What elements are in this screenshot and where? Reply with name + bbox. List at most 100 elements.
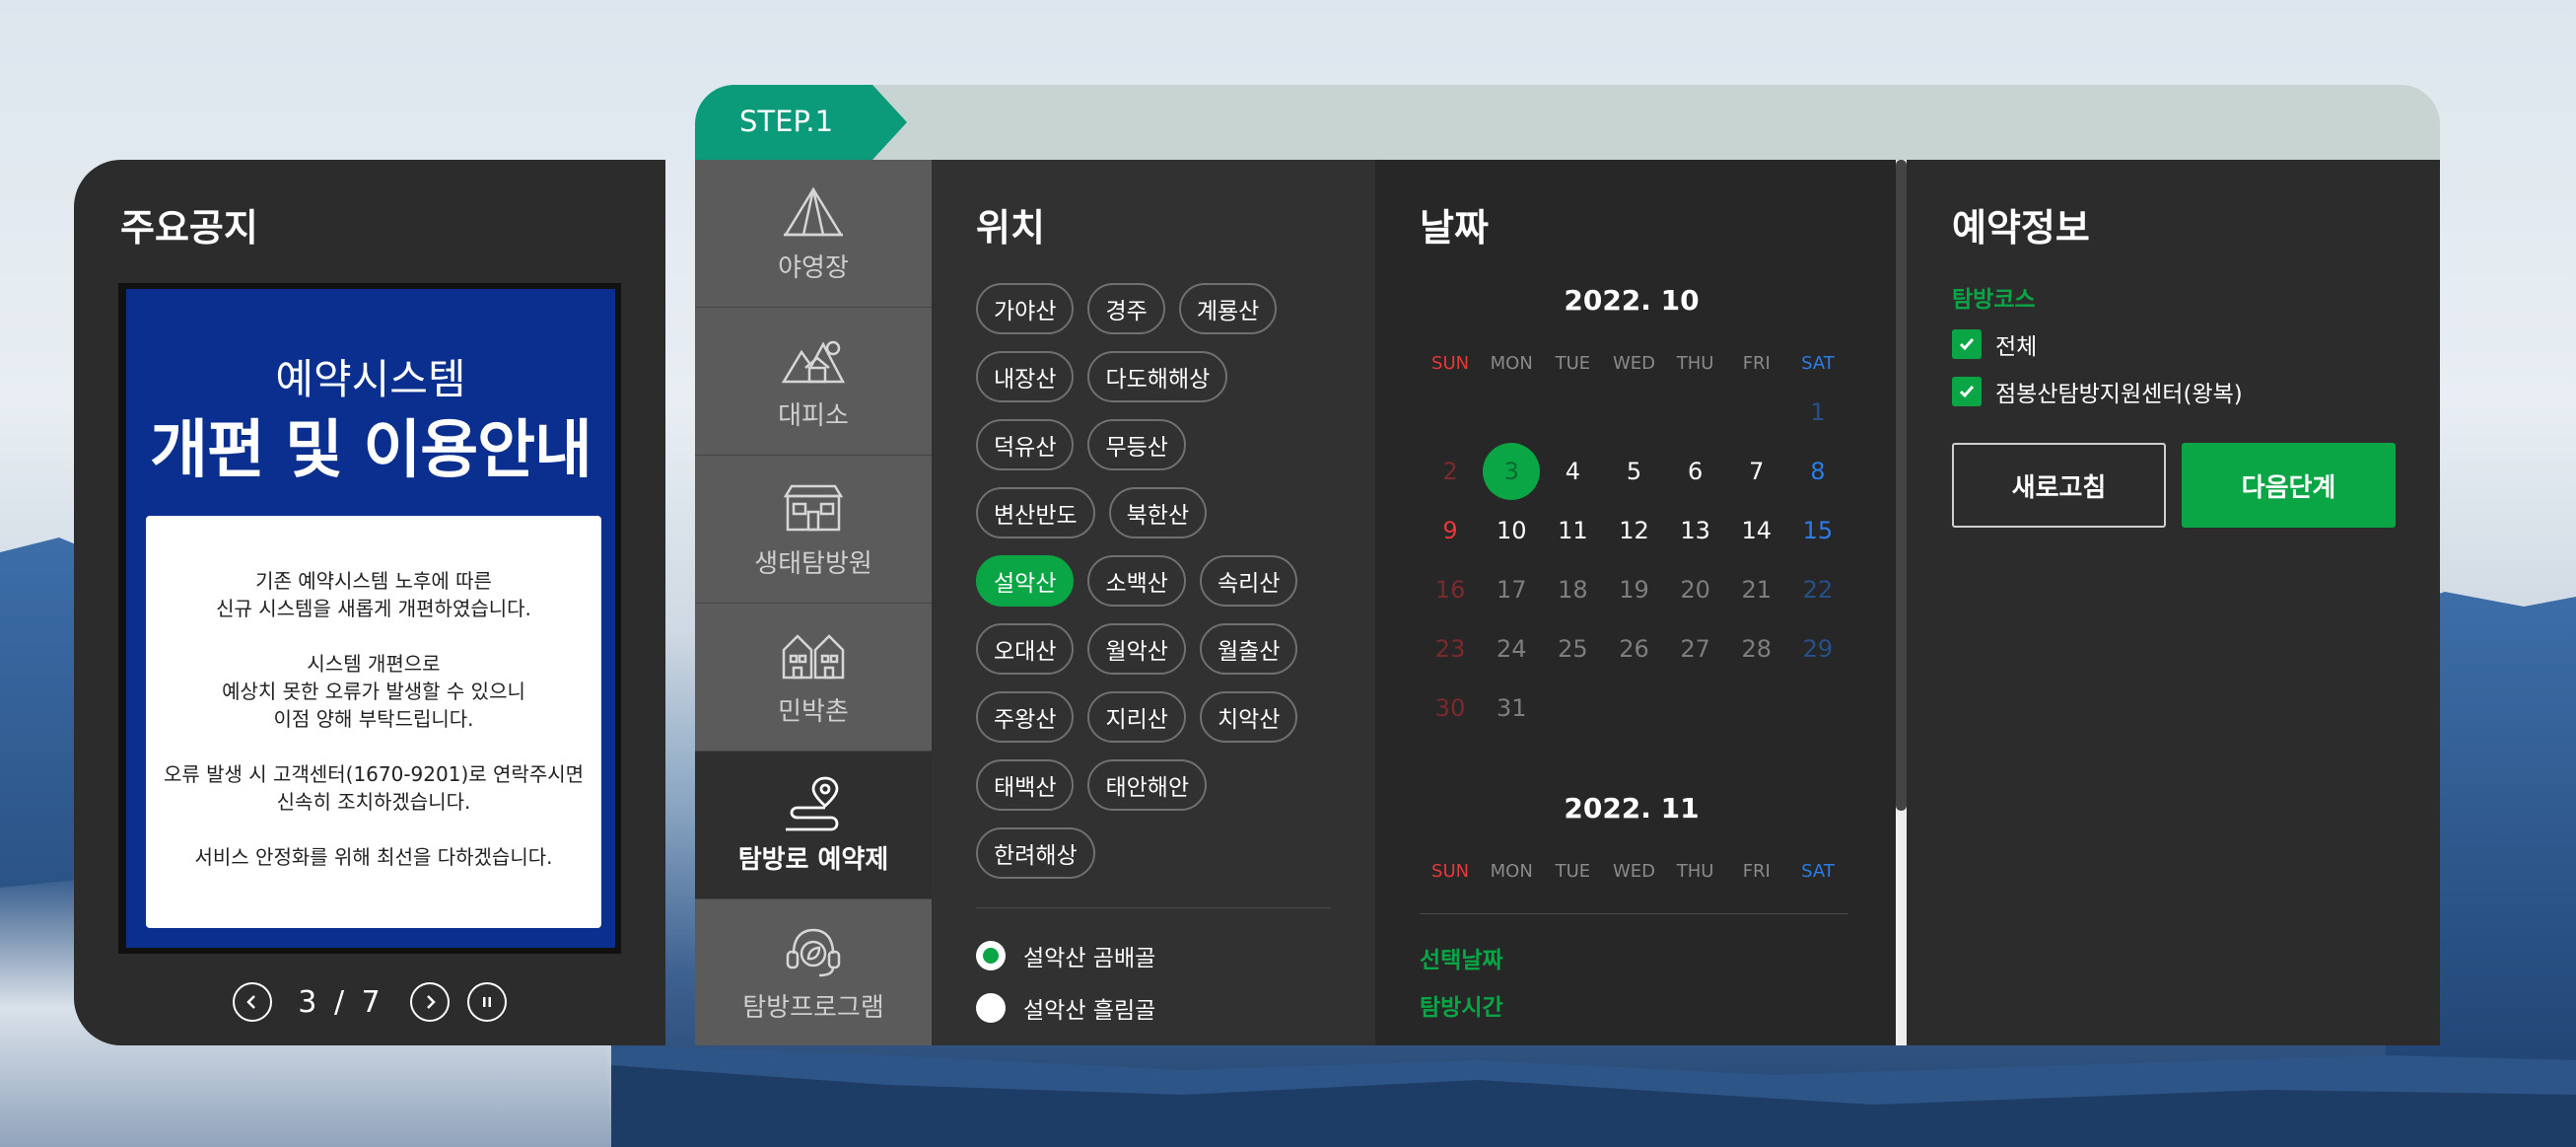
- park-chip[interactable]: 북한산: [1108, 487, 1208, 538]
- nav-label: 탐방프로그램: [742, 993, 884, 1023]
- park-chip[interactable]: 월출산: [1199, 623, 1298, 675]
- calendar-day: 20: [1680, 576, 1710, 604]
- location-column: 위치 가야산 경주 계룡산 내장산 다도해해상 덕유산 무등산 변산반도 북한산…: [932, 160, 1375, 1045]
- park-chip[interactable]: 소백산: [1087, 555, 1186, 607]
- calendar-day[interactable]: 5: [1603, 442, 1664, 501]
- calendar-day[interactable]: 15: [1787, 501, 1848, 560]
- calendar-empty-cell: [1603, 679, 1664, 738]
- calendar-empty-cell: [1542, 383, 1603, 442]
- calendar-day: 30: [1434, 694, 1466, 722]
- park-chip[interactable]: 덕유산: [976, 419, 1075, 470]
- park-chip[interactable]: 월악산: [1087, 623, 1186, 675]
- eco-center-icon: [782, 478, 845, 538]
- banner-paragraph: 오류 발생 시 고객센터(1670-9201)로 연락주시면 신속히 조치하겠습…: [163, 762, 585, 814]
- calendar-day[interactable]: 4: [1542, 442, 1603, 501]
- prev-slide-button[interactable]: [233, 982, 273, 1022]
- weekday-header: FRI: [1742, 861, 1771, 882]
- weekday-header: FRI: [1742, 353, 1771, 374]
- nav-item-shelter[interactable]: 대피소: [695, 308, 932, 456]
- radio-checked[interactable]: [976, 941, 1006, 970]
- park-chip[interactable]: 경주: [1087, 283, 1165, 334]
- calendar-day[interactable]: 6: [1665, 442, 1726, 501]
- nav-item-eco-center[interactable]: 생태탐방원: [695, 456, 932, 604]
- park-chip[interactable]: 오대산: [976, 623, 1075, 675]
- calendar-day: 18: [1558, 576, 1588, 604]
- calendar-day-today[interactable]: 3: [1481, 442, 1542, 501]
- date-column: 날짜 2022. 10 SUN MON TUE WED THU FRI SAT 1 2 3 4 5 6 7…: [1375, 160, 1896, 1045]
- park-chip[interactable]: 치악산: [1199, 691, 1298, 743]
- park-chip[interactable]: 지리산: [1087, 691, 1186, 743]
- calendar-day[interactable]: 14: [1726, 501, 1787, 560]
- banner-paragraph: 서비스 안정화를 위해 최선을 다하겠습니다.: [194, 845, 553, 869]
- location-title: 위치: [976, 206, 1045, 250]
- calendar-day: 2: [1442, 458, 1458, 485]
- park-chip[interactable]: 계룡산: [1178, 283, 1278, 334]
- trail-pin-icon: [782, 774, 845, 833]
- course-check-jeombongsan[interactable]: 점봉산탐방지원센터(왕복): [1952, 375, 2243, 408]
- pager-count: 3 / 7: [298, 984, 384, 1020]
- park-chip[interactable]: 한려해상: [976, 827, 1095, 879]
- date-scrollbar-thumb[interactable]: [1896, 160, 1907, 811]
- calendar-day[interactable]: 10: [1481, 501, 1542, 560]
- calendar-day: 24: [1496, 635, 1527, 663]
- checkbox-checked[interactable]: [1952, 377, 1982, 406]
- calendar-day: 23: [1434, 635, 1466, 663]
- weekday-header: TUE: [1555, 861, 1591, 882]
- notice-pager: 3 / 7: [74, 980, 665, 1024]
- park-chip[interactable]: 태안해안: [1087, 759, 1208, 811]
- nav-label: 탐방로 예약제: [737, 845, 889, 875]
- date-title: 날짜: [1420, 206, 1489, 250]
- calendar-day: 22: [1802, 576, 1834, 604]
- calendar-day[interactable]: 11: [1542, 501, 1603, 560]
- park-chip[interactable]: 태백산: [976, 759, 1075, 811]
- step-badge: STEP.1: [695, 85, 907, 160]
- nav-label: 민박촌: [778, 697, 849, 727]
- pause-slide-button[interactable]: [466, 982, 507, 1022]
- chevron-left-icon: [246, 995, 256, 1009]
- calendar-empty-cell: [1420, 383, 1481, 442]
- checkbox-checked[interactable]: [1952, 329, 1982, 359]
- calendar-day[interactable]: 9: [1420, 501, 1481, 560]
- park-chip[interactable]: 내장산: [976, 351, 1075, 402]
- calendar-empty-cell: [1542, 679, 1603, 738]
- tent-icon: [782, 182, 845, 242]
- nav-item-campsite[interactable]: 야영장: [695, 160, 932, 308]
- calendar-empty-cell: [1603, 383, 1664, 442]
- trail-radio-heulrimgol[interactable]: 설악산 흘림골: [976, 991, 1155, 1025]
- park-chip[interactable]: 가야산: [976, 283, 1075, 334]
- banner-body: 기존 예약시스템 노후에 따른 신규 시스템을 새롭게 개편하였습니다. 시스템…: [146, 516, 601, 928]
- course-check-all[interactable]: 전체: [1952, 327, 2037, 361]
- calendar-october: SUN MON TUE WED THU FRI SAT 1 2 3 4 5 6 7 8 9 10 11 12 13 14…: [1420, 353, 1848, 738]
- nav-item-minbak-village[interactable]: 민박촌: [695, 604, 932, 752]
- next-slide-button[interactable]: [409, 982, 450, 1022]
- park-chip[interactable]: 주왕산: [976, 691, 1075, 743]
- refresh-button[interactable]: 새로고침: [1952, 443, 2166, 528]
- trail-label: 설악산 곰배골: [1023, 946, 1156, 971]
- park-chip-selected[interactable]: 설악산: [976, 555, 1075, 607]
- nav-item-trail-program[interactable]: 탐방프로그램: [695, 899, 932, 1045]
- radio-unchecked[interactable]: [976, 993, 1006, 1023]
- next-step-button[interactable]: 다음단계: [2182, 443, 2396, 528]
- weekday-header: WED: [1612, 861, 1655, 882]
- weekday-header: THU: [1676, 353, 1714, 374]
- check-label: 점봉산탐방지원센터(왕복): [1995, 382, 2243, 407]
- trail-radio-gombaegol[interactable]: 설악산 곰배골: [976, 939, 1155, 972]
- park-chip[interactable]: 변산반도: [976, 487, 1095, 538]
- calendar-empty-cell: [1665, 679, 1726, 738]
- chevron-right-icon: [426, 995, 436, 1009]
- calendar-day: 1: [1810, 398, 1826, 426]
- nav-label: 대피소: [778, 401, 849, 431]
- notice-banner[interactable]: 예약시스템 개편 및 이용안내 기존 예약시스템 노후에 따른 신규 시스템을 …: [118, 283, 621, 954]
- park-chip-list: 가야산 경주 계룡산 내장산 다도해해상 덕유산 무등산 변산반도 북한산 설악…: [976, 283, 1370, 896]
- houses-icon: [782, 626, 845, 685]
- nav-item-trail-reservation[interactable]: 탐방로 예약제: [695, 752, 932, 899]
- calendar-day[interactable]: 8: [1787, 442, 1848, 501]
- park-chip[interactable]: 다도해해상: [1087, 351, 1228, 402]
- calendar-day[interactable]: 13: [1665, 501, 1726, 560]
- pause-icon: [482, 997, 491, 1007]
- calendar-day[interactable]: 7: [1726, 442, 1787, 501]
- selected-date-label: 선택날짜: [1420, 948, 1503, 973]
- park-chip[interactable]: 무등산: [1087, 419, 1186, 470]
- park-chip[interactable]: 속리산: [1199, 555, 1298, 607]
- calendar-day[interactable]: 12: [1603, 501, 1664, 560]
